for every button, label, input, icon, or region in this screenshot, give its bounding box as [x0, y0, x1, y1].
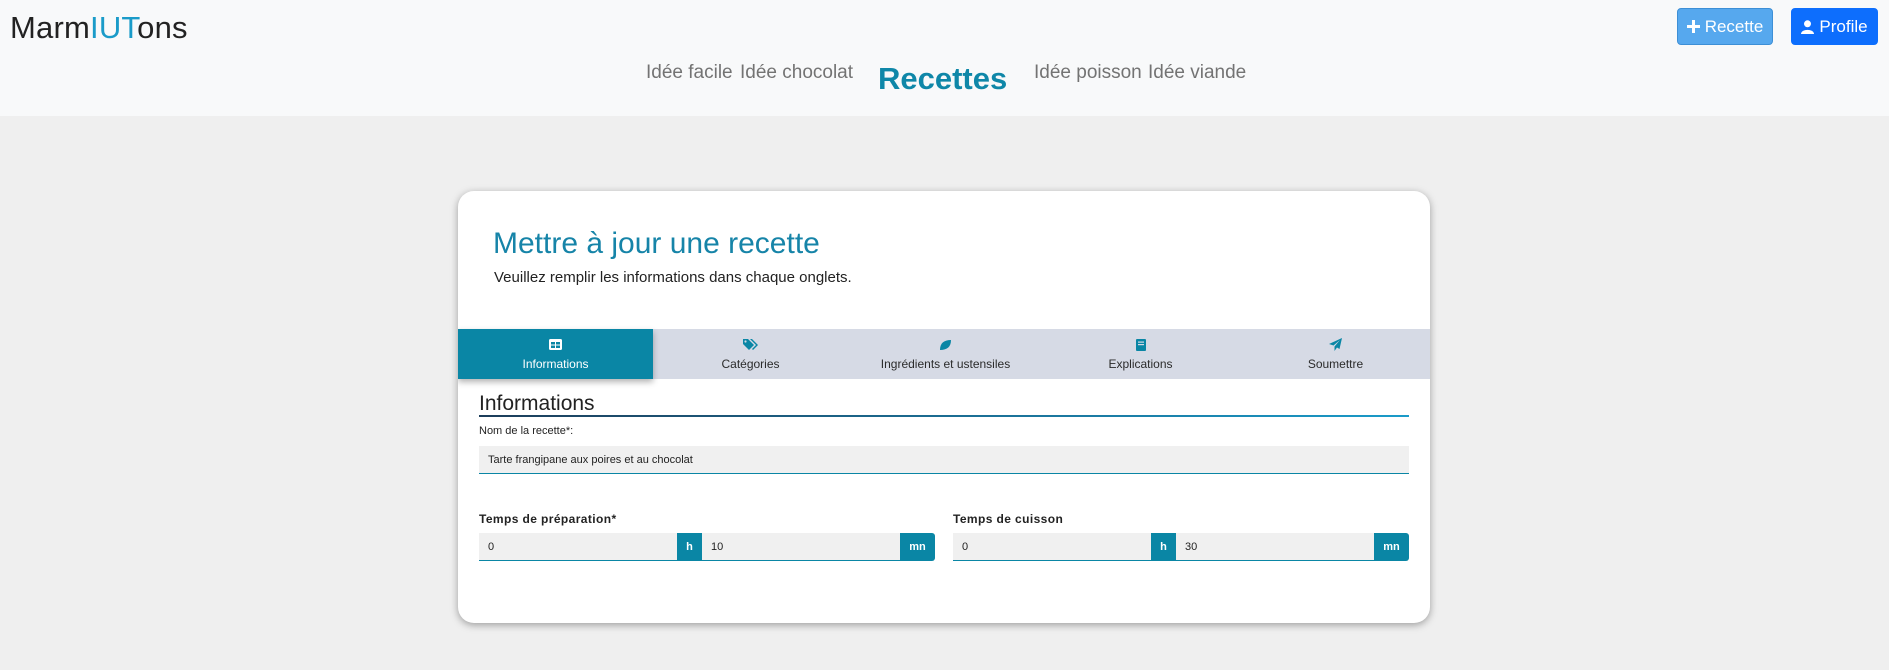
add-recipe-label: Recette [1704, 16, 1764, 36]
cook-minutes-unit: mn [1374, 533, 1409, 561]
prep-minutes-input[interactable]: 10 [702, 533, 900, 561]
nav-link-idee-viande[interactable]: Idée viande [1148, 62, 1246, 84]
prep-time-label: Temps de préparation* [479, 512, 617, 526]
book-icon [1135, 338, 1146, 352]
add-recipe-button[interactable]: Recette [1677, 8, 1773, 45]
nav-link-idee-facile[interactable]: Idée facile [646, 62, 733, 84]
page-subtitle: Veuillez remplir les informations dans c… [494, 269, 852, 286]
tab-bar: Informations Catégories Ingrédients et u… [458, 329, 1430, 379]
nav-title-recettes[interactable]: Recettes [878, 61, 1007, 97]
cook-minutes-input[interactable]: 30 [1176, 533, 1374, 561]
recipe-name-input[interactable]: Tarte frangipane aux poires et au chocol… [479, 446, 1409, 474]
tab-categories[interactable]: Catégories [653, 329, 848, 379]
logo-text-prefix: Marm [10, 10, 91, 45]
nav-link-idee-poisson[interactable]: Idée poisson [1034, 62, 1142, 84]
top-header: MarmIUTons Recette Profile Idée facile I… [0, 0, 1889, 116]
tab-label: Ingrédients et ustensiles [880, 356, 1011, 371]
recipe-update-card: Mettre à jour une recette Veuillez rempl… [458, 191, 1430, 623]
tab-label: Soumettre [1307, 356, 1364, 371]
tags-icon [742, 338, 759, 352]
leaf-icon [939, 338, 952, 352]
page-title: Mettre à jour une recette [493, 227, 820, 260]
table-icon [549, 338, 562, 352]
tab-informations[interactable]: Informations [458, 329, 653, 379]
cook-time-label: Temps de cuisson [953, 512, 1064, 526]
cook-hours-input[interactable]: 0 [953, 533, 1151, 561]
tab-ingredients[interactable]: Ingrédients et ustensiles [848, 329, 1043, 379]
prep-minutes-unit: mn [900, 533, 935, 561]
tab-label: Informations [522, 356, 589, 371]
tab-label: Explications [1108, 356, 1173, 371]
site-logo[interactable]: MarmIUTons [10, 10, 188, 46]
tab-soumettre[interactable]: Soumettre [1238, 329, 1430, 379]
prep-hours-input[interactable]: 0 [479, 533, 677, 561]
profile-label: Profile [1819, 16, 1868, 36]
tab-explications[interactable]: Explications [1043, 329, 1238, 379]
plus-icon [1686, 20, 1700, 33]
logo-text-suffix: ons [137, 10, 188, 45]
nav-link-idee-chocolat[interactable]: Idée chocolat [740, 62, 853, 84]
profile-button[interactable]: Profile [1791, 8, 1878, 45]
user-icon [1801, 19, 1815, 34]
logo-text-accent: IUT [90, 10, 138, 45]
section-title: Informations [479, 392, 595, 415]
cook-hours-unit: h [1151, 533, 1176, 561]
prep-hours-unit: h [677, 533, 702, 561]
send-icon [1329, 338, 1342, 352]
recipe-name-label: Nom de la recette*: [479, 425, 574, 437]
tab-label: Catégories [721, 356, 780, 371]
section-divider [479, 415, 1409, 417]
